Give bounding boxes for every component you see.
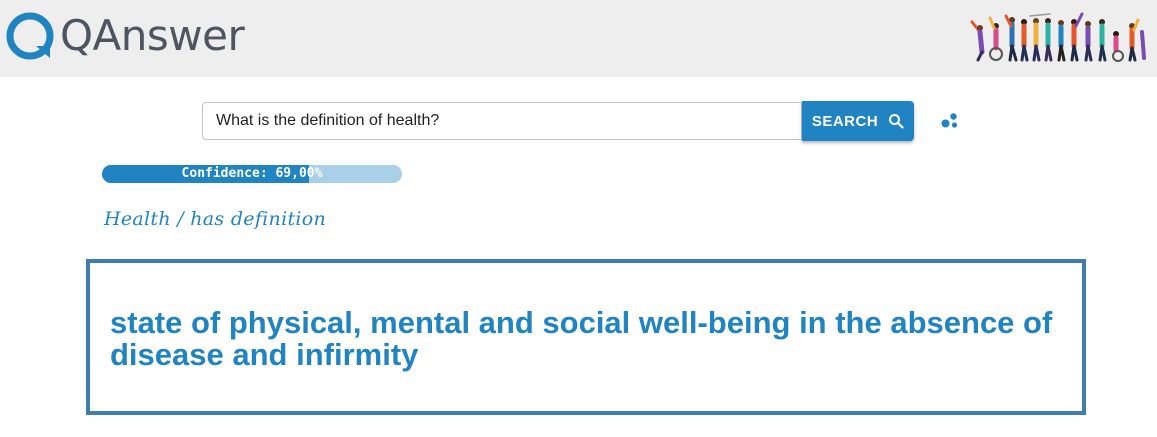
- confidence-label: Confidence: 69,00%: [181, 166, 323, 181]
- answer-card: state of physical, mental and social wel…: [86, 259, 1086, 415]
- answer-text: state of physical, mental and social wel…: [110, 305, 1053, 372]
- qanswer-logo[interactable]: QAnswer: [6, 11, 245, 60]
- search-icon: [889, 114, 904, 129]
- dots-icon[interactable]: [940, 111, 960, 131]
- header-bar: QAnswer: [0, 0, 1157, 77]
- confidence-bar: Confidence: 69,00%: [102, 165, 402, 183]
- logo-text: QAnswer: [60, 11, 245, 60]
- search-button[interactable]: SEARCH: [802, 101, 914, 141]
- people-celebrating-illustration: [970, 12, 1146, 62]
- result-breadcrumb: Health / has definition: [104, 208, 327, 230]
- search-bar: SEARCH: [202, 101, 914, 141]
- logo-q-icon: [6, 12, 54, 60]
- search-button-label: SEARCH: [811, 112, 879, 130]
- search-input[interactable]: [202, 102, 802, 140]
